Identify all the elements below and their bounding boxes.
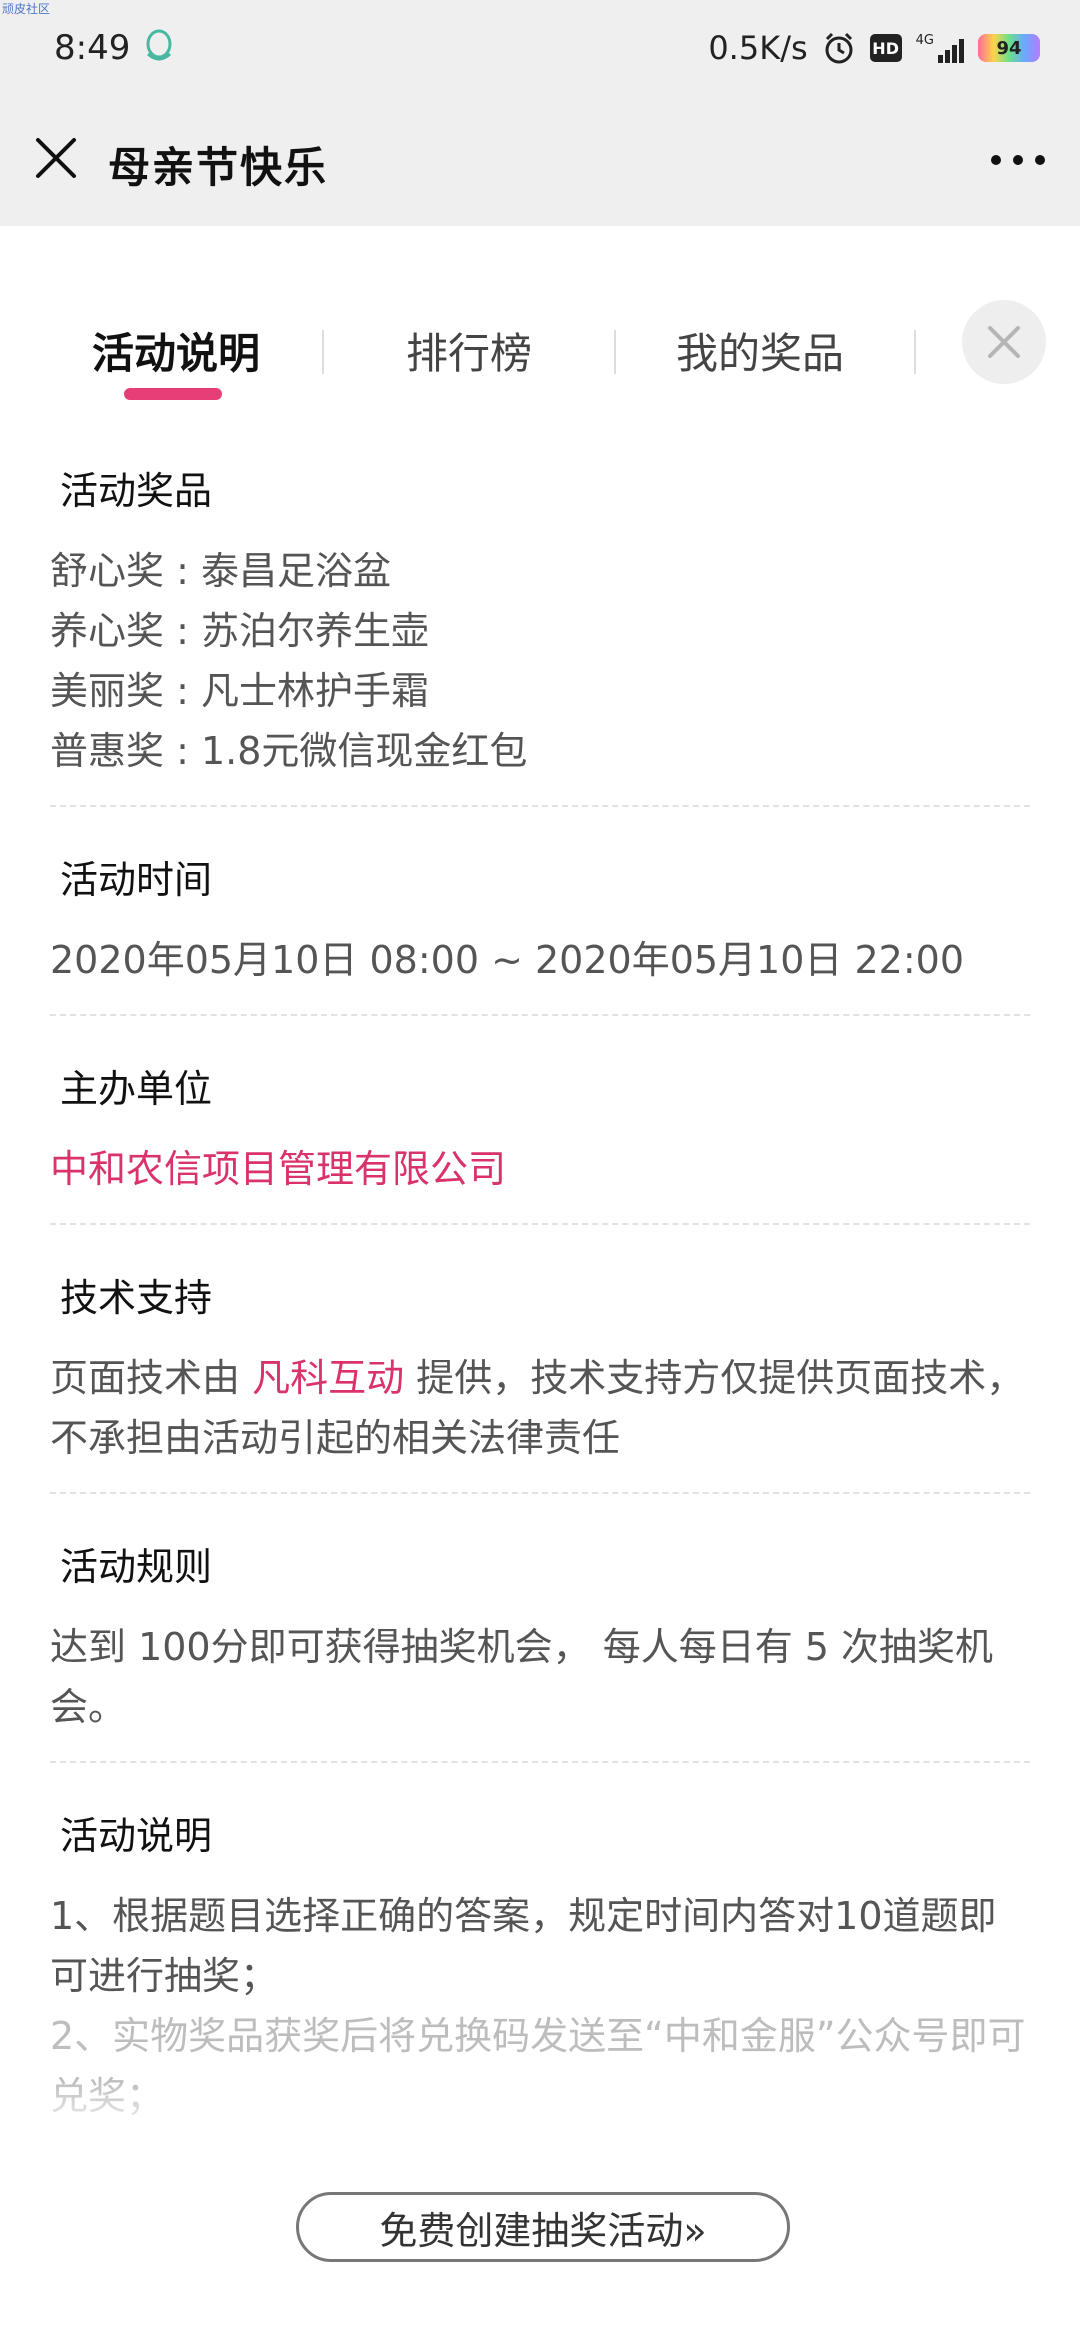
title-bar: 母亲节快乐 bbox=[0, 96, 1080, 226]
tab-divider bbox=[322, 330, 324, 374]
status-time: 8:49 bbox=[54, 28, 131, 68]
tab-my-prizes[interactable]: 我的奖品 bbox=[676, 320, 844, 381]
close-icon bbox=[988, 326, 1020, 358]
prize-line: 普惠奖 : 1.8元微信现金红包 bbox=[50, 729, 528, 773]
panel-close-button[interactable] bbox=[962, 300, 1046, 384]
rules-text: 达到 100分即可获得抽奖机会， 每人每日有 5 次抽奖机会。 bbox=[50, 1625, 994, 1729]
net-speed: 0.5K/s bbox=[708, 29, 808, 67]
signal-type: 4G bbox=[915, 33, 934, 48]
tech-provider-link[interactable]: 凡科互动 bbox=[252, 1356, 404, 1400]
prize-line: 养心奖 : 苏泊尔养生壶 bbox=[50, 609, 429, 653]
tab-bar: 活动说明 排行榜 我的奖品 bbox=[0, 290, 1080, 420]
section-title: 活动时间 bbox=[50, 829, 225, 912]
prizes-section: 活动奖品 舒心奖 : 泰昌足浴盆 养心奖 : 苏泊尔养生壶 美丽奖 : 凡士林护… bbox=[50, 440, 1030, 807]
footer: 免费创建抽奖活动» bbox=[0, 2130, 1080, 2340]
activity-time: 2020年05月10日 08:00 ~ 2020年05月10日 22:00 bbox=[50, 938, 965, 982]
status-bar: 顽皮社区 8:49 0.5K/s HD 4G 94 bbox=[0, 0, 1080, 96]
time-section: 活动时间 2020年05月10日 08:00 ~ 2020年05月10日 22:… bbox=[50, 829, 1030, 1016]
tech-support-section: 技术支持 页面技术由 凡科互动 提供，技术支持方仅提供页面技术，不承担由活动引起… bbox=[50, 1247, 1030, 1494]
tab-divider bbox=[614, 330, 616, 374]
battery-indicator: 94 bbox=[978, 34, 1040, 62]
tab-leaderboard[interactable]: 排行榜 bbox=[406, 320, 532, 381]
description-line: 1、根据题目选择正确的答案，规定时间内答对10道题即可进行抽奖； bbox=[50, 1894, 997, 1998]
rules-section: 活动规则 达到 100分即可获得抽奖机会， 每人每日有 5 次抽奖机会。 bbox=[50, 1516, 1030, 1763]
prize-line: 美丽奖 : 凡士林护手霜 bbox=[50, 669, 429, 713]
create-lottery-button[interactable]: 免费创建抽奖活动» bbox=[296, 2192, 790, 2262]
page-title: 母亲节快乐 bbox=[108, 143, 329, 192]
close-icon[interactable] bbox=[32, 134, 80, 182]
signal-icon: 4G bbox=[916, 33, 964, 63]
activity-content: 活动奖品 舒心奖 : 泰昌足浴盆 养心奖 : 苏泊尔养生壶 美丽奖 : 凡士林护… bbox=[50, 440, 1030, 2172]
active-tab-indicator bbox=[124, 388, 222, 400]
section-title: 活动奖品 bbox=[50, 440, 225, 523]
tab-divider bbox=[914, 330, 916, 374]
tab-activity-description[interactable]: 活动说明 bbox=[92, 320, 260, 381]
alarm-icon bbox=[825, 32, 853, 64]
more-options-icon[interactable] bbox=[986, 142, 1050, 178]
organizer-name: 中和农信项目管理有限公司 bbox=[50, 1147, 507, 1191]
section-title: 技术支持 bbox=[50, 1247, 225, 1330]
watermark-text: 顽皮社区 bbox=[2, 2, 51, 16]
section-title: 活动规则 bbox=[50, 1516, 225, 1599]
qq-notification-icon bbox=[146, 29, 172, 61]
tech-support-text: 页面技术由 凡科互动 提供，技术支持方仅提供页面技术，不承担由活动引起的相关法律… bbox=[50, 1356, 1025, 1460]
section-title: 活动说明 bbox=[50, 1785, 225, 1868]
hd-badge: HD bbox=[869, 34, 902, 62]
section-title: 主办单位 bbox=[50, 1038, 225, 1121]
status-indicators: 0.5K/s HD 4G 94 bbox=[708, 26, 1040, 70]
organizer-section: 主办单位 中和农信项目管理有限公司 bbox=[50, 1038, 1030, 1225]
prize-line: 舒心奖 : 泰昌足浴盆 bbox=[50, 549, 391, 593]
